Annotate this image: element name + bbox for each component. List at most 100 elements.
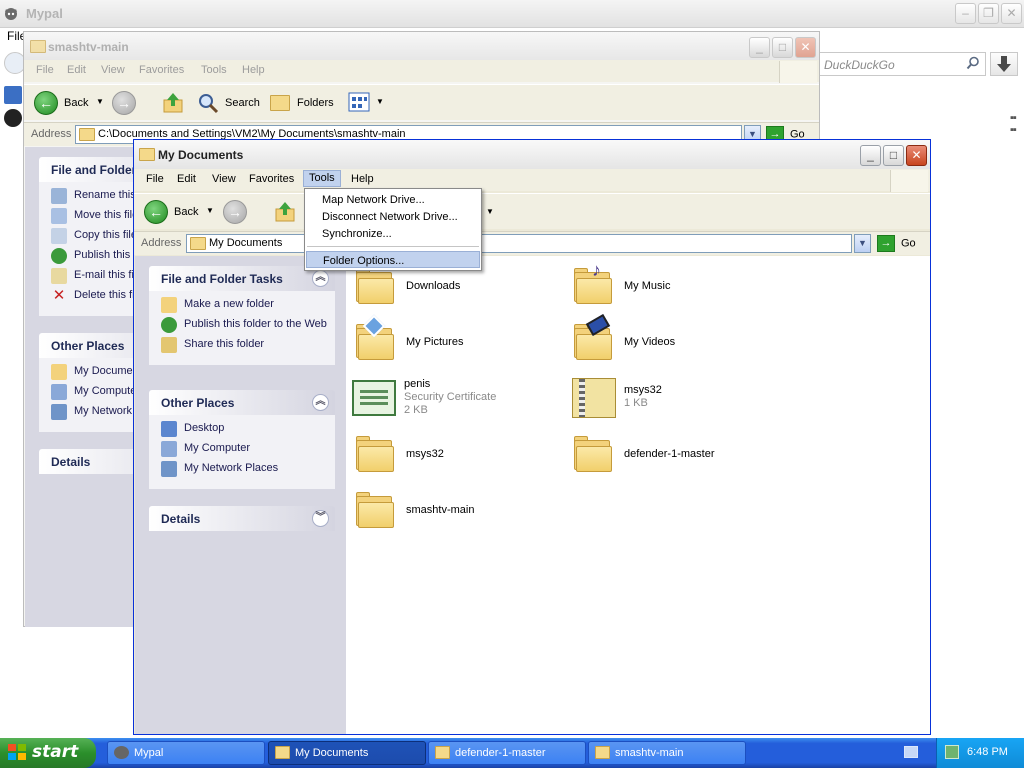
expand-chevron-icon[interactable]: ︾ xyxy=(312,510,329,527)
file-item-msys32-zip[interactable]: msys32 1 KB xyxy=(570,374,770,422)
downloads-button[interactable] xyxy=(990,52,1018,76)
close-button[interactable]: ✕ xyxy=(906,145,927,166)
my-documents-window: My Documents _ □ ✕ File Edit View Favori… xyxy=(133,139,931,735)
panel-title[interactable]: Other Places ︽ xyxy=(149,390,335,415)
item-name: My Music xyxy=(624,280,671,292)
search-icon[interactable] xyxy=(4,86,22,104)
search-button[interactable]: Search xyxy=(197,91,263,115)
toolbar: ← Back ▼ → Search Folders ▼ xyxy=(24,84,819,120)
folder-options-item[interactable]: Folder Options... xyxy=(306,251,480,268)
network-tray-icon[interactable] xyxy=(945,745,959,759)
my-computer-link[interactable]: My Computer xyxy=(161,441,335,457)
menu-edit[interactable]: Edit xyxy=(177,173,196,185)
start-button[interactable]: start xyxy=(0,738,96,768)
windows-logo-icon xyxy=(779,61,817,83)
go-arrow-icon: → xyxy=(877,235,895,252)
my-network-places-link[interactable]: My Network Places xyxy=(161,461,335,477)
back-label: Back xyxy=(174,206,199,218)
address-input[interactable]: My Documents xyxy=(186,234,852,253)
share-folder-icon xyxy=(161,337,177,353)
disconnect-network-drive-item[interactable]: Disconnect Network Drive... xyxy=(305,208,481,225)
panel-title[interactable]: Details ︾ xyxy=(149,506,335,531)
menu-tools[interactable]: Tools xyxy=(303,170,341,187)
file-item-certificate[interactable]: penis Security Certificate 2 KB xyxy=(352,374,552,422)
other-places-panel: Other Places ︽ Desktop My Computer My Net… xyxy=(149,390,335,489)
minimize-button[interactable]: _ xyxy=(749,37,770,58)
restore-button[interactable]: ❐ xyxy=(978,3,999,24)
menu-help[interactable]: Help xyxy=(351,173,374,185)
go-button[interactable]: → Go xyxy=(877,235,916,252)
map-network-drive-item[interactable]: Map Network Drive... xyxy=(305,191,481,208)
taskbar-button-smashtv-main[interactable]: smashtv-main xyxy=(588,741,746,765)
github-icon[interactable] xyxy=(4,109,22,127)
maximize-button[interactable]: □ xyxy=(883,145,904,166)
up-folder-icon xyxy=(275,202,295,222)
item-type: Security Certificate xyxy=(404,391,497,403)
file-item-defender-1-master[interactable]: defender-1-master xyxy=(572,432,772,480)
my-documents-titlebar[interactable]: My Documents _ □ ✕ xyxy=(134,140,930,170)
videos-folder-icon xyxy=(572,313,612,360)
folders-button[interactable]: Folders xyxy=(270,91,336,115)
close-button[interactable]: ✕ xyxy=(795,37,816,58)
file-item-my-music[interactable]: ♪ My Music xyxy=(572,260,752,312)
views-dropdown-icon[interactable]: ▼ xyxy=(486,207,494,216)
collapse-chevron-icon[interactable]: ︽ xyxy=(312,394,329,411)
forward-arrow-icon: → xyxy=(112,91,136,115)
minimize-button[interactable]: – xyxy=(955,3,976,24)
up-folder-button[interactable] xyxy=(273,200,297,224)
file-item-my-pictures[interactable]: My Pictures xyxy=(354,314,534,368)
synchronize-item[interactable]: Synchronize... xyxy=(305,225,481,242)
details-panel: Details ︾ xyxy=(149,506,335,531)
folder-icon xyxy=(30,40,46,53)
back-button[interactable]: ← Back ▼ xyxy=(144,200,216,224)
up-folder-button[interactable] xyxy=(161,91,185,115)
forward-button[interactable]: → xyxy=(223,200,263,224)
search-input[interactable]: DuckDuckGo xyxy=(818,52,986,76)
menu-tools[interactable]: Tools xyxy=(201,64,227,76)
menu-edit[interactable]: Edit xyxy=(67,64,86,76)
smashtv-titlebar[interactable]: smashtv-main _ □ ✕ xyxy=(24,32,819,62)
forward-arrow-icon: → xyxy=(223,200,247,224)
address-value: My Documents xyxy=(209,237,283,249)
views-button[interactable]: ▼ xyxy=(348,91,384,115)
file-item-msys32-folder[interactable]: msys32 xyxy=(354,432,534,480)
desktop-link[interactable]: Desktop xyxy=(161,421,335,437)
maximize-button[interactable]: □ xyxy=(772,37,793,58)
menu-favorites[interactable]: Favorites xyxy=(139,64,184,76)
views-dropdown-icon: ▼ xyxy=(376,97,384,106)
folders-label: Folders xyxy=(297,97,334,109)
menu-file[interactable]: File xyxy=(146,173,164,185)
address-dropdown-button[interactable]: ▼ xyxy=(854,234,871,253)
menu-favorites[interactable]: Favorites xyxy=(249,173,294,185)
mypal-title: Mypal xyxy=(26,6,63,21)
dropdown-arrow-icon: ▼ xyxy=(206,206,214,215)
menu-view[interactable]: View xyxy=(212,173,236,185)
keyboard-icon[interactable] xyxy=(904,746,918,758)
taskbar-button-defender-1-master[interactable]: defender-1-master xyxy=(428,741,586,765)
menu-help[interactable]: Help xyxy=(242,64,265,76)
item-name: penis xyxy=(404,378,431,390)
minimize-button[interactable]: _ xyxy=(860,145,881,166)
magnifier-icon[interactable] xyxy=(966,56,980,70)
mypal-titlebar[interactable]: Mypal – ❐ ✕ xyxy=(0,0,1024,28)
rename-icon xyxy=(51,188,67,204)
close-button[interactable]: ✕ xyxy=(1001,3,1022,24)
back-button[interactable]: ← Back ▼ xyxy=(34,91,106,115)
publish-folder-link[interactable]: Publish this folder to the Web xyxy=(161,317,335,333)
taskbar-button-my-documents[interactable]: My Documents xyxy=(268,741,426,765)
menu-view[interactable]: View xyxy=(101,64,125,76)
file-item-my-videos[interactable]: My Videos xyxy=(572,313,752,368)
taskbar-button-mypal[interactable]: Mypal xyxy=(107,741,265,765)
window-title: My Documents xyxy=(158,148,244,162)
forward-button[interactable]: → xyxy=(112,91,152,115)
clock[interactable]: 6:48 PM xyxy=(967,746,1008,758)
make-new-folder-link[interactable]: Make a new folder xyxy=(161,297,335,313)
system-tray: 6:48 PM xyxy=(936,738,1024,768)
email-icon xyxy=(51,268,67,284)
file-item-smashtv-main[interactable]: smashtv-main xyxy=(354,488,534,536)
menu-file[interactable]: File xyxy=(36,64,54,76)
folder-icon xyxy=(595,746,610,759)
file-item-downloads[interactable]: Downloads xyxy=(354,264,534,312)
share-folder-link[interactable]: Share this folder xyxy=(161,337,335,353)
collapse-chevron-icon[interactable]: ︽ xyxy=(312,270,329,287)
